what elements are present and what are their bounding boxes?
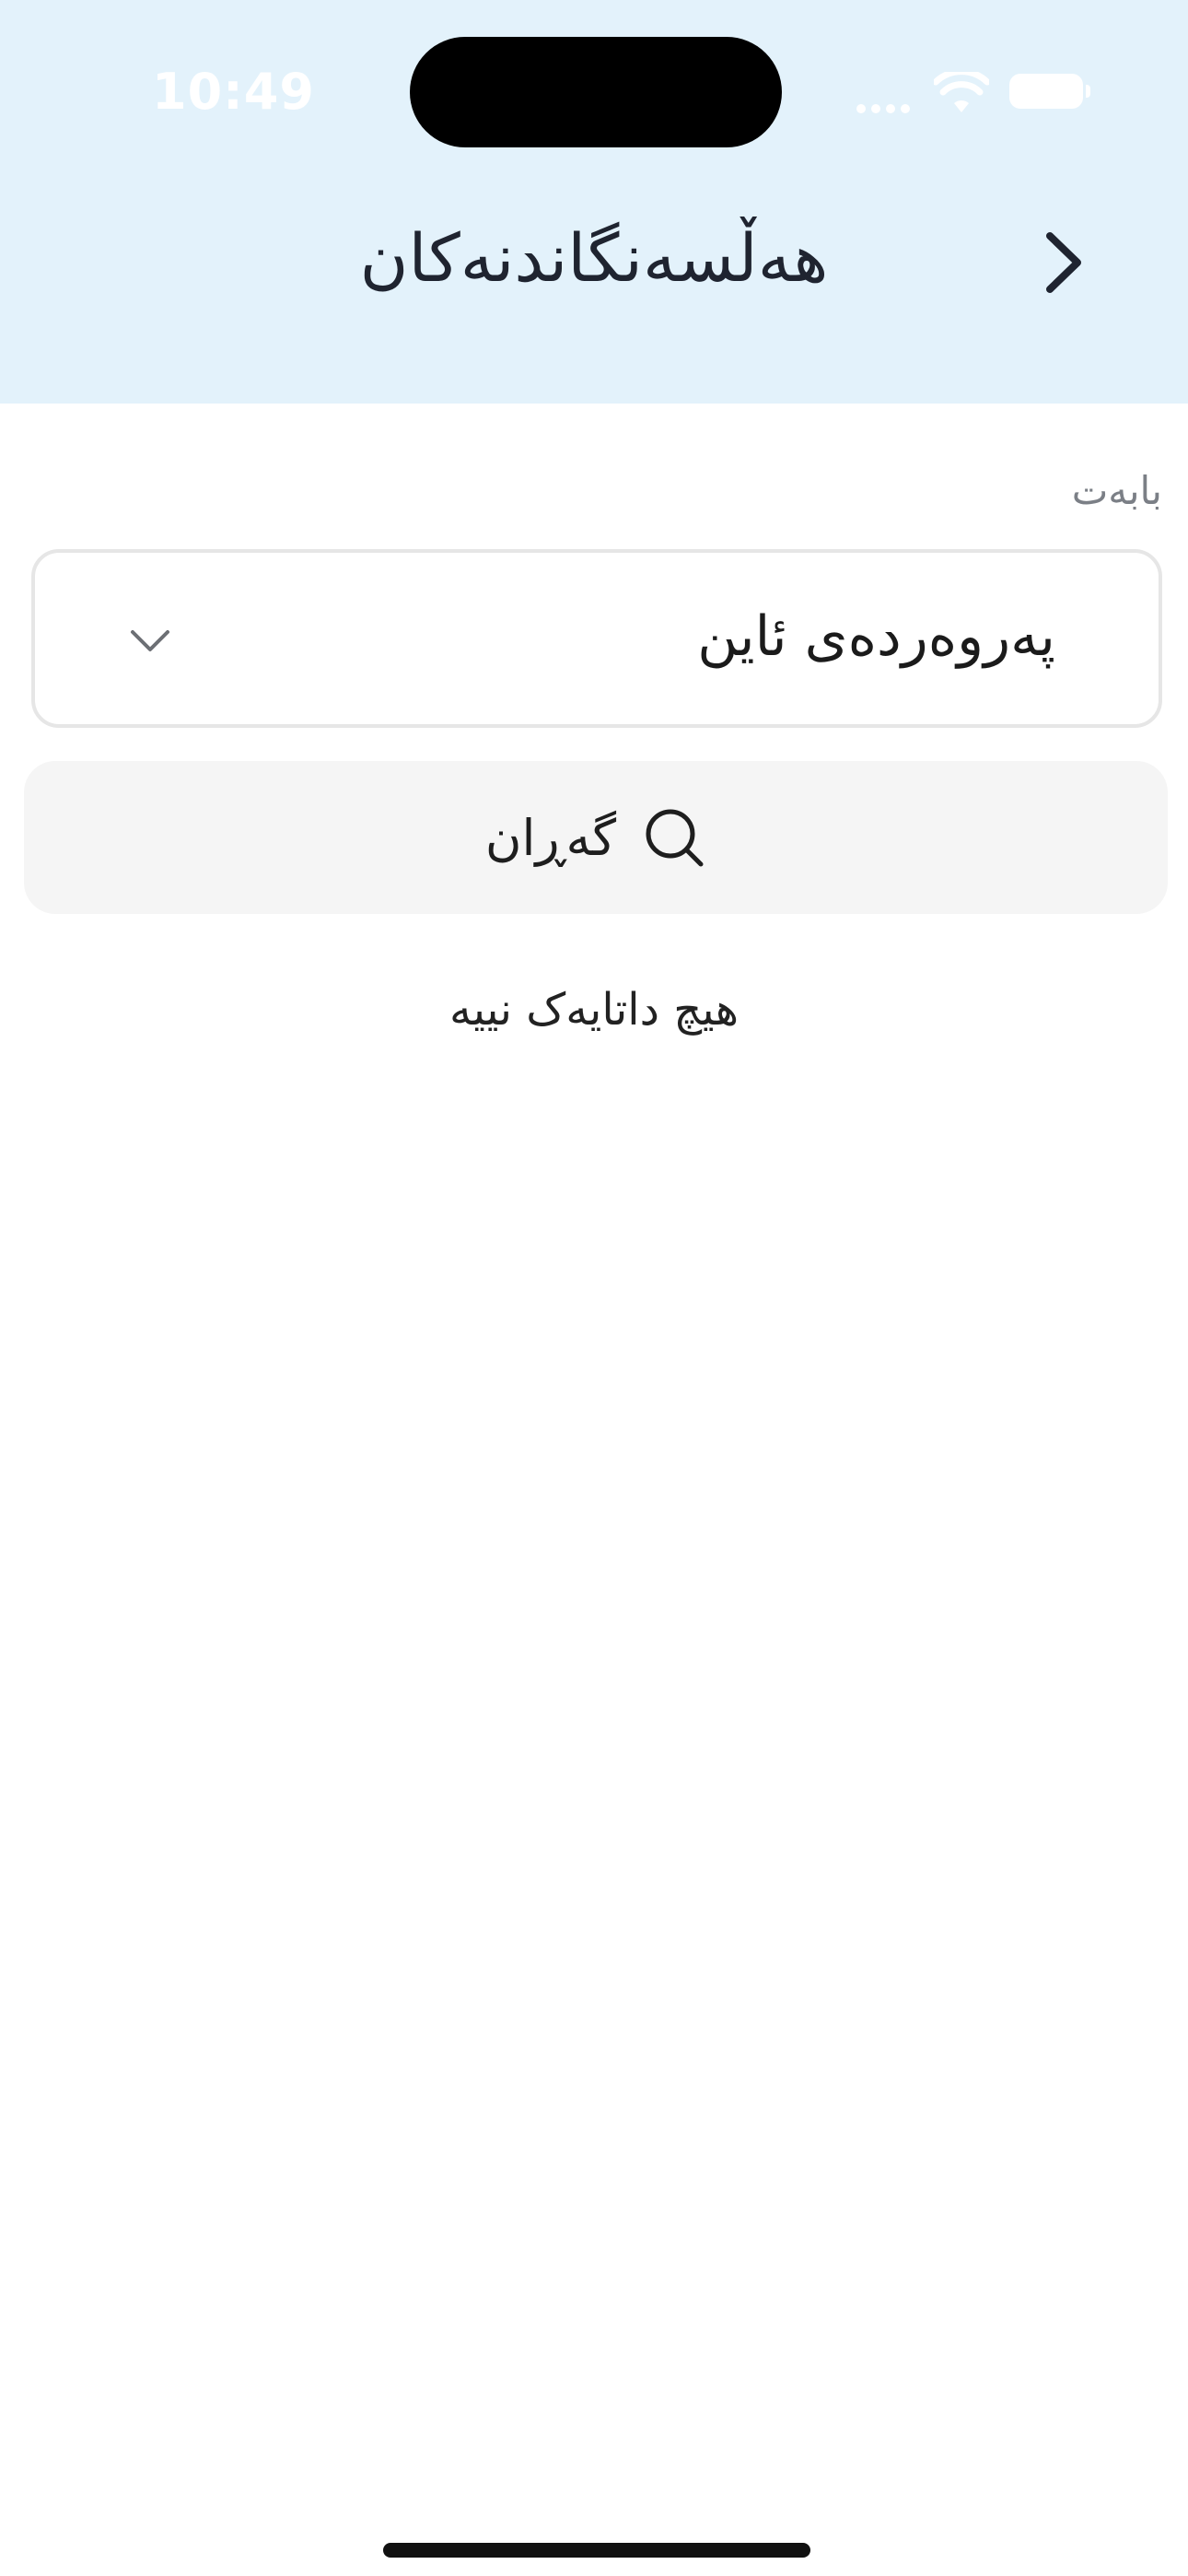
dynamic-island [410, 37, 782, 147]
chevron-down-icon [131, 630, 169, 651]
status-time: 10:49 [152, 63, 315, 121]
subject-selected-value: پەروەردەی ئاین [697, 604, 1055, 669]
search-icon [646, 809, 704, 867]
cellular-signal-icon [856, 100, 917, 113]
search-button-label: گەڕان [484, 808, 617, 867]
header: 10:49 هەڵسەنگاندنەکان [0, 0, 1188, 404]
battery-icon [1009, 74, 1090, 109]
page-title: هەڵسەنگاندنەکان [359, 219, 829, 297]
screen: 10:49 هەڵسەنگاندنەکان بابەت پەروەردەی ئا… [0, 0, 1188, 2576]
search-button[interactable]: گەڕان [24, 761, 1168, 914]
back-button[interactable] [1022, 221, 1105, 304]
wifi-icon [934, 72, 989, 112]
chevron-right-icon [1046, 232, 1081, 293]
subject-label: بابەت [1071, 468, 1162, 513]
home-indicator [383, 2543, 810, 2558]
subject-select[interactable]: پەروەردەی ئاین [31, 549, 1162, 728]
empty-state-message: هیچ داتایەک نییە [448, 984, 740, 1036]
